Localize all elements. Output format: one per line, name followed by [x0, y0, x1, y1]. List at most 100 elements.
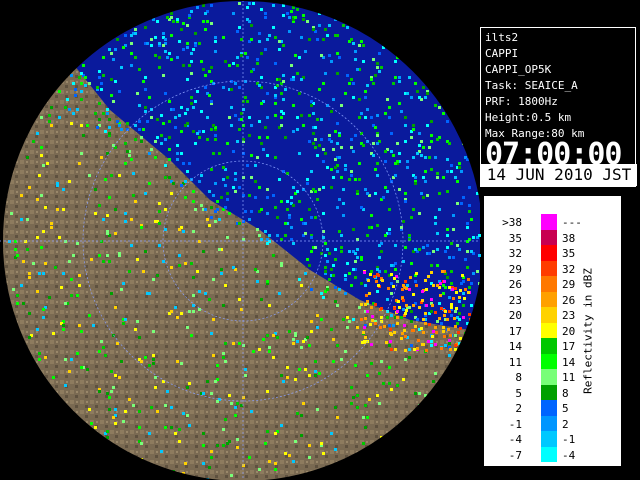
echo-pixel	[360, 318, 363, 321]
legend-row: 20 23	[484, 307, 621, 324]
echo-pixel	[272, 4, 275, 7]
echo-pixel	[398, 102, 401, 105]
echo-pixel	[436, 176, 439, 179]
echo-pixel	[432, 330, 435, 333]
echo-pixel	[364, 284, 367, 287]
echo-pixel	[406, 166, 409, 169]
echo-pixel	[314, 360, 317, 363]
echo-pixel	[360, 258, 363, 261]
echo-pixel	[42, 164, 45, 167]
echo-pixel	[268, 240, 271, 243]
echo-pixel	[414, 248, 417, 251]
echo-pixel	[402, 260, 405, 263]
echo-pixel	[436, 232, 439, 235]
echo-pixel	[210, 392, 213, 395]
echo-pixel	[204, 86, 207, 89]
echo-pixel	[390, 150, 393, 153]
echo-pixel	[314, 246, 317, 249]
echo-pixel	[378, 256, 381, 259]
echo-pixel	[374, 322, 377, 325]
legend-row: 29 32	[484, 260, 621, 278]
echo-pixel	[142, 128, 145, 131]
echo-pixel	[266, 196, 269, 199]
echo-pixel	[88, 314, 91, 317]
echo-pixel	[363, 271, 366, 274]
echo-pixel	[322, 452, 325, 455]
echo-pixel	[156, 118, 159, 121]
echo-pixel	[42, 316, 45, 319]
echo-pixel	[366, 108, 369, 111]
echo-pixel	[408, 356, 411, 359]
echo-pixel	[356, 406, 359, 409]
echo-pixel	[346, 74, 349, 77]
echo-pixel	[468, 186, 471, 189]
echo-pixel	[178, 440, 181, 443]
echo-pixel	[294, 54, 297, 57]
echo-pixel	[148, 96, 151, 99]
echo-pixel	[350, 138, 353, 141]
echo-pixel	[158, 42, 161, 45]
echo-pixel	[364, 90, 367, 93]
echo-pixel	[387, 287, 390, 290]
echo-pixel	[204, 292, 207, 295]
echo-pixel	[308, 114, 311, 117]
echo-pixel	[346, 26, 349, 29]
echo-pixel	[20, 218, 23, 221]
echo-pixel	[118, 124, 121, 127]
echo-pixel	[224, 342, 227, 345]
echo-pixel	[340, 104, 343, 107]
echo-pixel	[302, 340, 305, 343]
echo-pixel	[430, 264, 433, 267]
echo-pixel	[440, 347, 443, 350]
echo-pixel	[304, 222, 307, 225]
echo-pixel	[188, 14, 191, 17]
echo-pixel	[288, 16, 291, 19]
echo-pixel	[322, 212, 325, 215]
echo-pixel	[16, 302, 19, 305]
echo-pixel	[202, 462, 205, 465]
echo-pixel	[476, 270, 479, 273]
echo-pixel	[454, 325, 457, 328]
echo-pixel	[446, 120, 449, 123]
info-panel: ilts2 CAPPI CAPPI_OP5K Task: SEAICE_A PR…	[480, 27, 637, 187]
echo-pixel	[196, 132, 199, 135]
echo-pixel	[136, 92, 139, 95]
echo-pixel	[396, 384, 399, 387]
echo-pixel	[298, 56, 301, 59]
echo-pixel	[338, 56, 341, 59]
echo-pixel	[422, 246, 425, 249]
echo-pixel	[459, 337, 462, 340]
echo-pixel	[98, 390, 101, 393]
echo-pixel	[326, 260, 329, 263]
echo-pixel	[418, 248, 421, 251]
echo-pixel	[44, 262, 47, 265]
echo-pixel	[356, 394, 359, 397]
echo-pixel	[184, 196, 187, 199]
echo-pixel	[50, 124, 53, 127]
echo-pixel	[298, 278, 301, 281]
echo-pixel	[208, 224, 211, 227]
echo-pixel	[424, 170, 427, 173]
echo-pixel	[130, 158, 133, 161]
echo-pixel	[384, 186, 387, 189]
echo-pixel	[150, 44, 153, 47]
echo-pixel	[296, 128, 299, 131]
echo-pixel	[76, 108, 79, 111]
echo-pixel	[425, 349, 428, 352]
echo-pixel	[266, 38, 269, 41]
echo-pixel	[274, 432, 277, 435]
echo-pixel	[250, 154, 253, 157]
echo-pixel	[470, 218, 473, 221]
echo-pixel	[454, 334, 457, 337]
echo-pixel	[148, 182, 151, 185]
echo-pixel	[358, 44, 361, 47]
echo-pixel	[268, 460, 271, 463]
echo-pixel	[446, 228, 449, 231]
echo-pixel	[124, 162, 127, 165]
echo-pixel	[390, 273, 393, 276]
echo-pixel	[406, 92, 409, 95]
echo-pixel	[320, 54, 323, 57]
echo-pixel	[170, 310, 173, 313]
echo-pixel	[38, 358, 41, 361]
legend-swatch	[541, 322, 557, 338]
